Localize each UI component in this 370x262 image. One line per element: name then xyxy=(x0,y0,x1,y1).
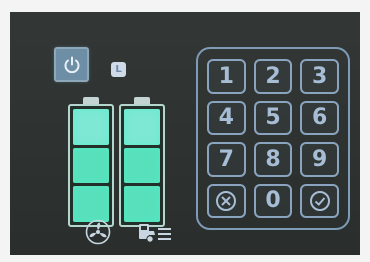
confirm-key[interactable] xyxy=(300,183,339,218)
power-button[interactable] xyxy=(54,47,89,82)
fan-icon[interactable] xyxy=(85,219,111,245)
key-5[interactable]: 5 xyxy=(253,100,293,135)
cancel-icon xyxy=(216,190,237,211)
battery-body xyxy=(119,104,165,227)
key-0[interactable]: 0 xyxy=(253,183,293,218)
battery-segment xyxy=(73,109,109,145)
battery-segment xyxy=(124,109,160,145)
battery-segment xyxy=(124,186,160,223)
key-7[interactable]: 7 xyxy=(207,142,246,177)
key-1[interactable]: 1 xyxy=(207,59,246,94)
battery-segment xyxy=(73,147,109,184)
key-2[interactable]: 2 xyxy=(253,59,293,94)
key-6[interactable]: 6 xyxy=(300,100,339,135)
key-4[interactable]: 4 xyxy=(207,100,246,135)
battery-segment xyxy=(73,186,109,223)
status-badge: L xyxy=(111,62,126,77)
key-3[interactable]: 3 xyxy=(300,59,339,94)
power-icon xyxy=(64,56,79,73)
key-8[interactable]: 8 xyxy=(253,142,293,177)
cancel-key[interactable] xyxy=(207,183,246,218)
key-9[interactable]: 9 xyxy=(300,142,339,177)
car-list-icon[interactable] xyxy=(137,221,173,245)
keypad: 1 2 3 4 5 6 7 8 9 0 xyxy=(196,47,350,230)
battery-segment xyxy=(124,147,160,184)
battery-body xyxy=(68,104,114,227)
check-icon xyxy=(309,190,330,211)
